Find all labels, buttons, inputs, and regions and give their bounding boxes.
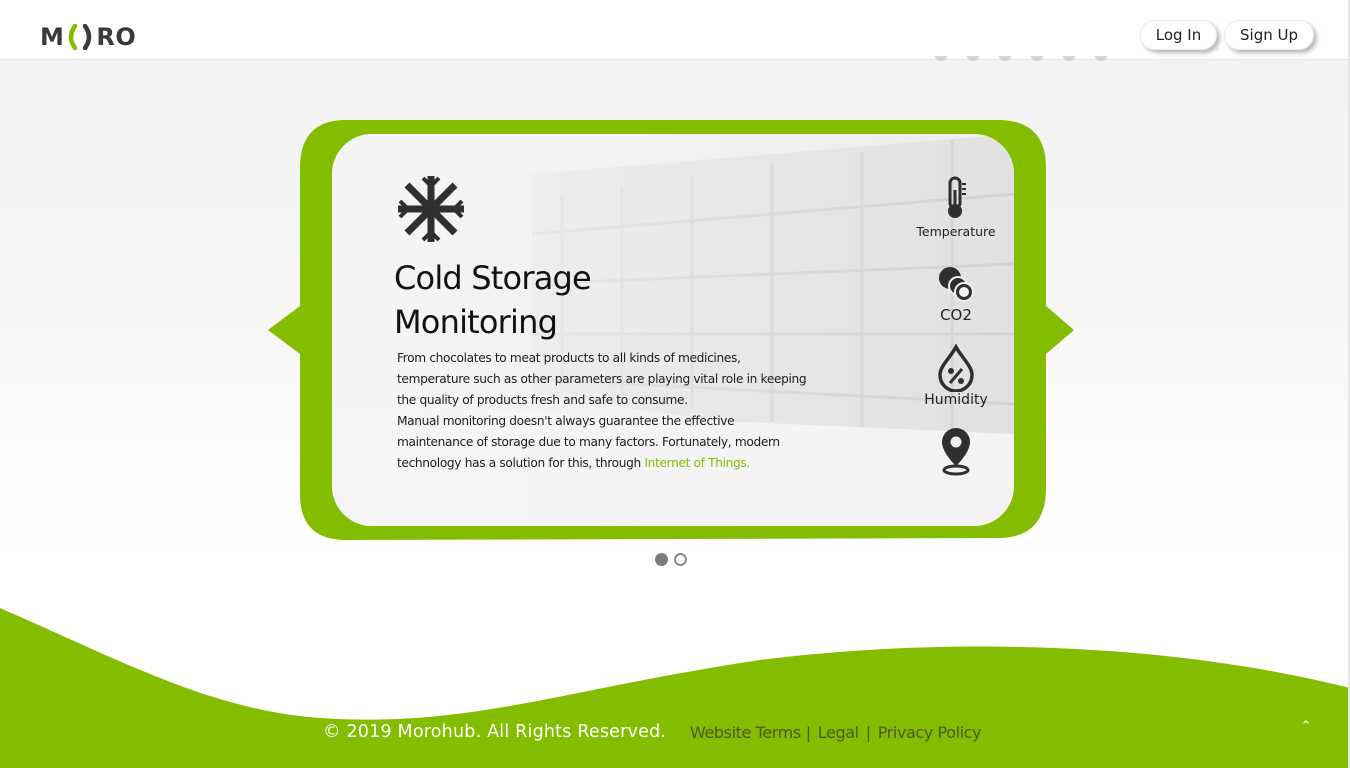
logo-text-right: RO [96, 23, 137, 51]
legal-link[interactable]: Legal [818, 723, 859, 742]
metric-location [904, 426, 1008, 476]
website-terms-link[interactable]: Website Terms [690, 723, 801, 742]
logo-mark-icon [65, 24, 95, 50]
pager-dot-1[interactable] [655, 553, 668, 566]
moro-logo[interactable]: M RO [40, 22, 136, 52]
pager-dot-2[interactable] [674, 553, 687, 566]
slide-paragraph-2: Manual monitoring doesn't always guarant… [397, 411, 807, 474]
humidity-icon [938, 344, 974, 392]
metric-temperature: Temperature [904, 176, 1008, 239]
copyright-text: © 2019 Morohub. All Rights Reserved. [323, 722, 667, 742]
metric-humidity: Humidity [904, 344, 1008, 408]
logo-text-left: M [40, 23, 65, 51]
slide-pagination [655, 553, 687, 566]
auth-buttons: Log In Sign Up [1140, 20, 1314, 50]
site-header: M RO Log In Sign Up [0, 0, 1350, 60]
back-to-top-icon[interactable]: ⌃ [1298, 718, 1314, 734]
metric-co2: CO2 [904, 264, 1008, 324]
signup-button[interactable]: Sign Up [1224, 20, 1314, 50]
slide-content-panel: Cold Storage Monitoring From chocolates … [332, 134, 1014, 526]
slide-title: Cold Storage Monitoring [394, 256, 694, 344]
location-pin-icon [942, 428, 970, 476]
footer-links: Website Terms | Legal | Privacy Policy [690, 723, 982, 742]
footer-wave [0, 608, 1350, 768]
header-partial-shapes [935, 56, 1107, 61]
snowflake-icon [398, 176, 464, 242]
privacy-policy-link[interactable]: Privacy Policy [878, 723, 982, 742]
co2-icon [939, 267, 974, 302]
slide-paragraph-1: From chocolates to meat products to all … [397, 351, 807, 407]
metric-temperature-label: Temperature [916, 224, 996, 239]
footer-separator: | [865, 723, 871, 742]
slide-title-line2: Monitoring [394, 303, 558, 341]
iot-link[interactable]: Internet of Things. [644, 456, 750, 470]
slide-card: Cold Storage Monitoring From chocolates … [268, 118, 1076, 544]
slide-title-line1: Cold Storage [394, 259, 592, 297]
login-button[interactable]: Log In [1140, 20, 1217, 50]
slide-description: From chocolates to meat products to all … [397, 348, 807, 474]
metric-humidity-label: Humidity [924, 392, 988, 408]
thermometer-icon [948, 176, 966, 218]
metric-co2-label: CO2 [940, 306, 972, 324]
footer-separator: | [805, 723, 811, 742]
